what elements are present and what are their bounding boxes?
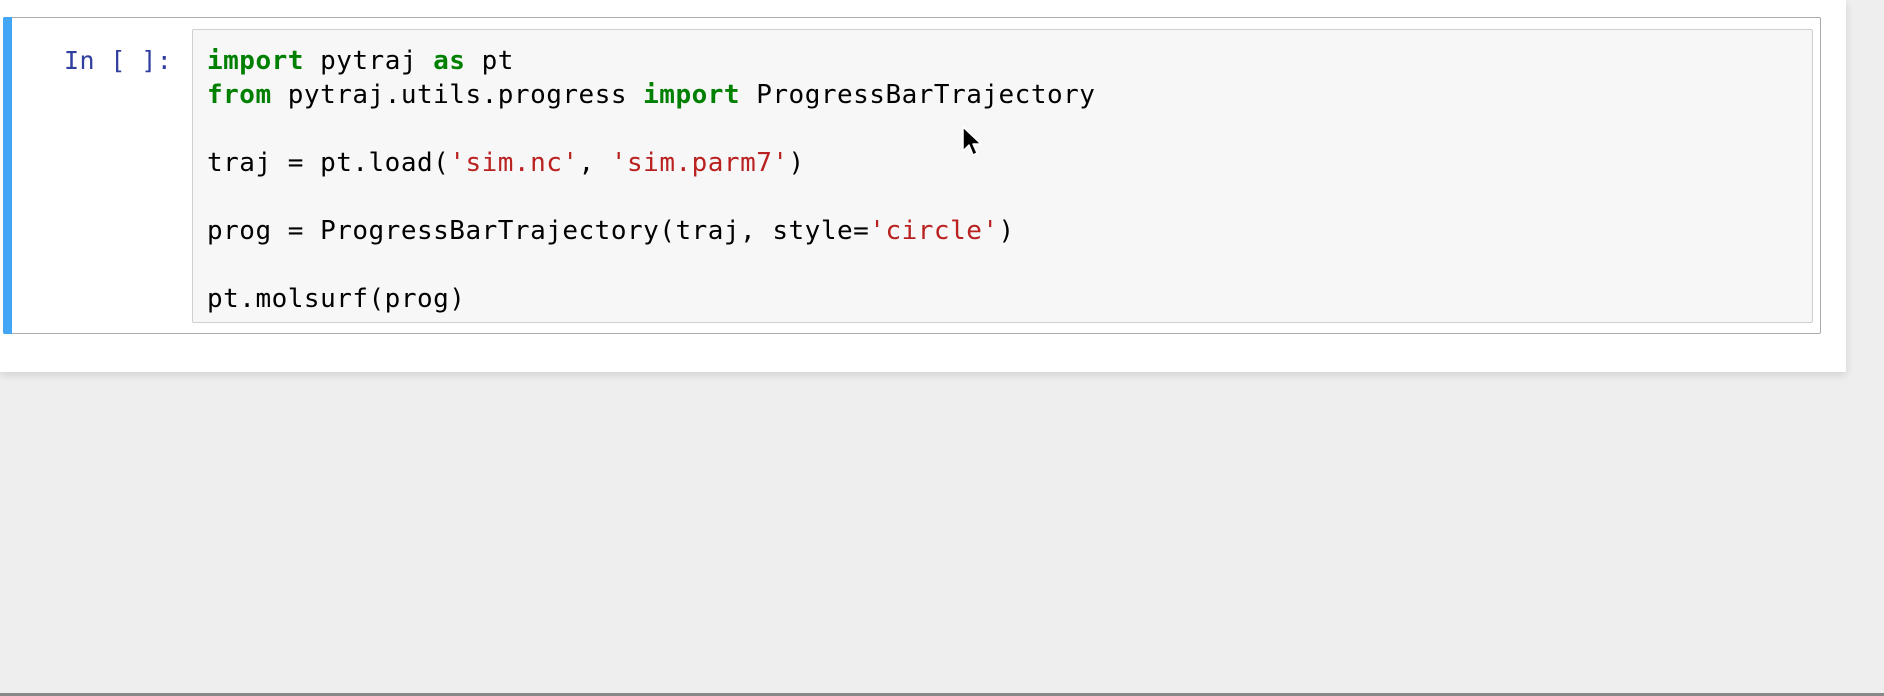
code-token: traj = pt.load( [207,148,450,178]
code-token: ) [788,148,805,178]
code-string: 'sim.parm7' [610,148,789,178]
code-string: 'circle' [869,216,999,246]
code-keyword: import [643,80,741,110]
code-token: pt [465,46,514,76]
code-string: 'sim.nc' [449,148,579,178]
code-token: ProgressBarTrajectory [740,80,1096,110]
code-content: import pytraj as pt from pytraj.utils.pro… [207,44,1095,316]
notebook-panel: In [ ]: import pytraj as pt from pytraj.u… [0,0,1846,372]
code-line: from pytraj.utils.progress import Progre… [207,78,1095,112]
cell-selected-indicator [3,17,12,334]
code-keyword: as [433,46,466,76]
code-cell[interactable]: In [ ]: import pytraj as pt from pytraj.u… [3,17,1821,334]
code-line: import pytraj as pt [207,44,1095,78]
code-line: pt.molsurf(prog) [207,282,1095,316]
mouse-pointer-icon [962,126,982,156]
code-token: pytraj [303,46,434,76]
code-keyword: from [207,80,272,110]
code-token: pytraj.utils.progress [271,80,644,110]
code-token: ) [998,216,1015,246]
code-token: , [578,148,611,178]
input-prompt: In [ ]: [64,46,173,75]
code-keyword: import [207,46,304,76]
code-editor[interactable]: import pytraj as pt from pytraj.utils.pro… [192,29,1813,323]
code-token: pt.molsurf(prog) [207,284,466,314]
code-line: prog = ProgressBarTrajectory(traj, style… [207,214,1095,248]
code-token: prog = ProgressBarTrajectory(traj, style… [207,216,870,246]
